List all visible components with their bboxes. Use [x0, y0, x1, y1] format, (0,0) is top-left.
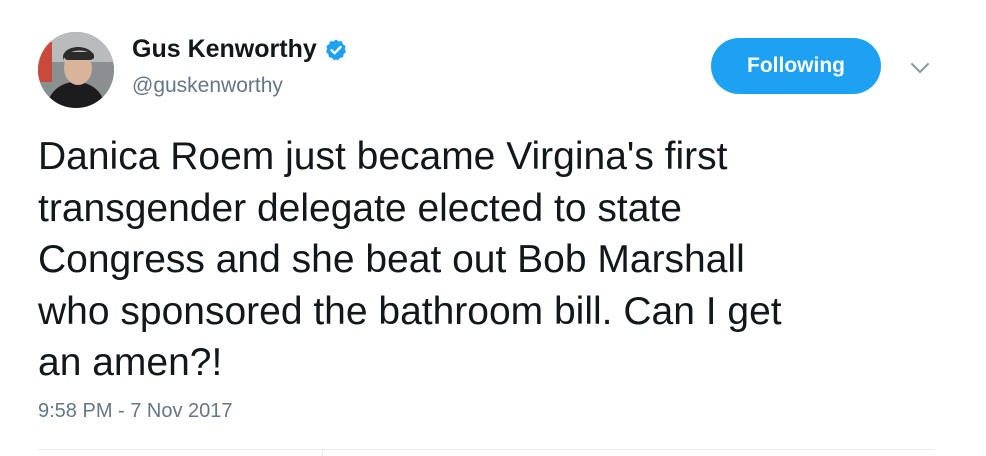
tweet-text-line: Congress and she beat out Bob Marshall	[38, 238, 745, 282]
display-name[interactable]: Gus Kenworthy	[132, 35, 348, 64]
tweet-text: Danica Roem just became Virgina's first …	[38, 131, 938, 389]
divider	[38, 449, 934, 450]
divider	[322, 450, 323, 456]
verified-badge-icon	[324, 38, 348, 62]
chevron-down-icon[interactable]	[906, 56, 934, 80]
tweet-text-line: an amen?!	[38, 341, 223, 385]
tweet-text-line: Danica Roem just became Virgina's first	[38, 135, 728, 178]
avatar[interactable]	[38, 32, 114, 108]
tweet-text-line: who sponsored the bathroom bill. Can I g…	[38, 289, 782, 333]
avatar-photo-icon	[38, 32, 114, 108]
user-handle[interactable]: @guskenworthy	[132, 74, 283, 98]
following-button[interactable]: Following	[711, 38, 881, 94]
display-name-text[interactable]: Gus Kenworthy	[132, 35, 317, 64]
tweet-text-line: transgender delegate elected to state	[38, 186, 682, 230]
tweet-timestamp[interactable]: 9:58 PM - 7 Nov 2017	[38, 400, 233, 423]
